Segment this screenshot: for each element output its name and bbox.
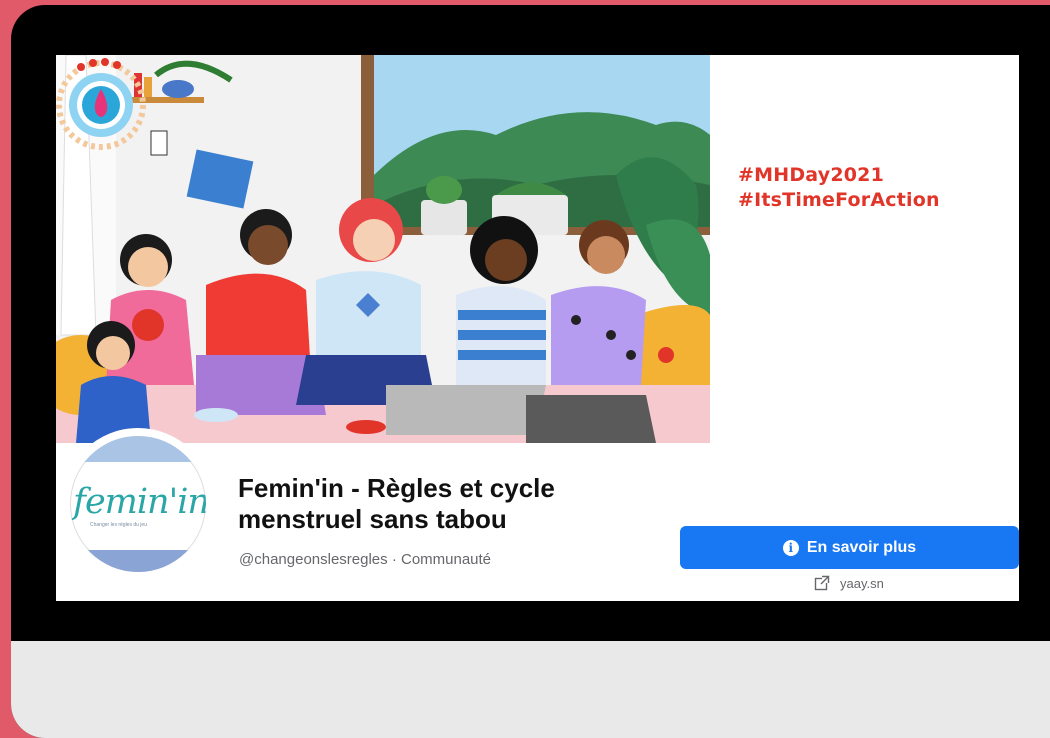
hashtag-itstimeforaction: #ItsTimeForAction	[738, 189, 940, 211]
info-icon: i	[782, 539, 799, 556]
hashtags: #MHDay2021 #ItsTimeForAction	[738, 163, 940, 213]
cover-photo: #MHDay2021 #ItsTimeForAction	[56, 55, 1019, 443]
learn-more-label: En savoir plus	[806, 538, 917, 556]
hashtag-mhday: #MHDay2021	[738, 164, 885, 186]
logo-band-bottom	[70, 550, 206, 572]
mhday-badge-icon	[56, 58, 146, 150]
facebook-page-header: #MHDay2021 #ItsTimeForAction femin'in Ch…	[56, 55, 1019, 601]
external-link-icon	[814, 575, 830, 591]
device-bottom-area	[11, 641, 1050, 738]
page-title[interactable]: Femin'in - Règles et cycle menstruel san…	[238, 473, 658, 535]
learn-more-button[interactable]: i En savoir plus	[680, 526, 1019, 569]
website-url: yaay.sn	[840, 575, 884, 591]
profile-picture[interactable]: femin'in Changer les règles du jeu	[62, 428, 214, 580]
profile-logo: femin'in Changer les règles du jeu	[70, 436, 206, 572]
logo-text: femin'in	[73, 482, 206, 522]
page-handle: @changeonslesregles · Communauté	[239, 551, 492, 568]
logo-band-top	[70, 436, 206, 462]
website-link[interactable]: yaay.sn	[814, 575, 884, 591]
tablet-frame: #MHDay2021 #ItsTimeForAction femin'in Ch…	[11, 5, 1050, 738]
cover-illustration	[56, 55, 1019, 443]
logo-tagline: Changer les règles du jeu	[90, 522, 147, 528]
